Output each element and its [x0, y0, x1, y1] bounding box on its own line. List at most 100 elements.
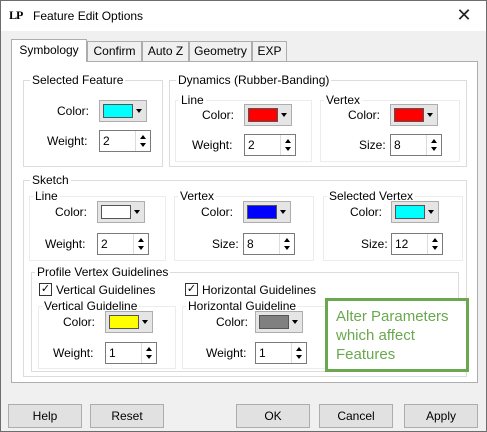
arrow-down-icon[interactable] — [432, 246, 438, 250]
sketch-vertex-color-picker[interactable] — [243, 201, 291, 223]
sketch-selected-vertex-size-stepper[interactable]: 12 — [391, 233, 443, 255]
vertical-guidelines-label[interactable]: Vertical Guidelines — [56, 283, 155, 297]
ok-button[interactable]: OK — [236, 404, 310, 428]
close-icon[interactable]: ✕ — [452, 5, 476, 27]
sketch-selected-vertex-group: Selected Vertex Color: Size: 12 — [323, 189, 463, 261]
stepper-value: 1 — [109, 346, 116, 360]
sketch-line-weight-label: Weight: — [45, 237, 86, 251]
help-button[interactable]: Help — [8, 404, 82, 428]
arrow-down-icon[interactable] — [284, 246, 290, 250]
dynamics-vertex-color-picker[interactable] — [390, 104, 438, 126]
selected-feature-group-label: Selected Feature — [30, 73, 126, 87]
dynamics-line-weight-label: Weight: — [192, 138, 233, 152]
arrow-down-icon[interactable] — [296, 355, 302, 359]
tab-exp[interactable]: EXP — [252, 41, 287, 61]
dynamics-line-group-label: Line — [179, 93, 206, 107]
sketch-line-weight-stepper[interactable]: 2 — [97, 233, 149, 255]
chevron-down-icon — [134, 210, 140, 214]
selected-feature-weight-stepper[interactable]: 2 — [99, 130, 151, 152]
arrow-up-icon[interactable] — [138, 238, 144, 242]
dynamics-vertex-size-stepper[interactable]: 8 — [390, 134, 442, 156]
arrow-down-icon[interactable] — [138, 246, 144, 250]
vertical-guideline-weight-label: Weight: — [53, 346, 94, 360]
color-swatch — [103, 104, 133, 118]
chevron-down-icon — [136, 109, 142, 113]
dynamics-vertex-color-label: Color: — [348, 108, 381, 122]
arrow-down-icon[interactable] — [285, 147, 291, 151]
horizontal-guideline-weight-stepper[interactable]: 1 — [255, 342, 307, 364]
window-title: Feature Edit Options — [33, 9, 144, 23]
stepper-value: 2 — [248, 138, 255, 152]
arrow-down-icon[interactable] — [140, 143, 146, 147]
cancel-button[interactable]: Cancel — [319, 404, 393, 428]
feature-edit-options-dialog: LP Feature Edit Options ✕ Symbology Conf… — [0, 0, 487, 432]
stepper-arrows[interactable] — [426, 135, 441, 155]
horizontal-guideline-color-picker[interactable] — [255, 311, 303, 333]
dynamics-vertex-size-label: Size: — [359, 138, 386, 152]
chevron-down-icon — [142, 320, 148, 324]
dynamics-line-group: Line Color: Weight: 2 — [175, 93, 312, 162]
stepper-arrows[interactable] — [141, 343, 156, 363]
tab-auto-z[interactable]: Auto Z — [142, 41, 189, 61]
apply-button[interactable]: Apply — [404, 404, 478, 428]
stepper-value: 2 — [101, 237, 108, 251]
tab-geometry[interactable]: Geometry — [189, 41, 252, 61]
sketch-vertex-color-label: Color: — [201, 205, 234, 219]
horizontal-guideline-weight-label: Weight: — [206, 346, 247, 360]
stepper-arrows[interactable] — [280, 135, 295, 155]
vertical-guideline-weight-stepper[interactable]: 1 — [105, 342, 157, 364]
arrow-up-icon[interactable] — [432, 238, 438, 242]
chevron-down-icon — [427, 113, 433, 117]
selected-feature-weight-label: Weight: — [47, 134, 88, 148]
chevron-down-icon — [281, 113, 287, 117]
vertical-guideline-group: Vertical Guideline Color: Weight: 1 — [38, 299, 176, 369]
sketch-line-group: Line Color: Weight: 2 — [29, 189, 166, 261]
tab-symbology[interactable]: Symbology — [11, 39, 87, 62]
annotation-callout: Alter Parameters which affect Features — [325, 298, 469, 372]
color-swatch — [247, 205, 277, 219]
arrow-up-icon[interactable] — [431, 139, 437, 143]
arrow-up-icon[interactable] — [285, 139, 291, 143]
stepper-arrows[interactable] — [427, 234, 442, 254]
selected-feature-group: Selected Feature Color: Weight: 2 — [23, 73, 163, 167]
color-swatch — [248, 108, 278, 122]
chevron-down-icon — [292, 320, 298, 324]
profile-vertex-guidelines-label: Profile Vertex Guidelines — [35, 265, 171, 279]
sketch-group-label: Sketch — [30, 173, 71, 187]
sketch-selected-vertex-color-picker[interactable] — [391, 201, 439, 223]
color-swatch — [394, 108, 424, 122]
selected-feature-color-label: Color: — [57, 104, 90, 118]
vertical-guideline-color-label: Color: — [63, 315, 96, 329]
stepper-arrows[interactable] — [291, 343, 306, 363]
arrow-up-icon[interactable] — [146, 347, 152, 351]
horizontal-guidelines-checkbox[interactable]: ✓ — [185, 283, 198, 296]
reset-button[interactable]: Reset — [90, 404, 164, 428]
selected-feature-color-picker[interactable] — [99, 100, 147, 122]
stepper-arrows[interactable] — [279, 234, 294, 254]
horizontal-guideline-group: Horizontal Guideline Color: Weight: 1 — [182, 299, 330, 369]
stepper-arrows[interactable] — [135, 131, 150, 151]
arrow-down-icon[interactable] — [146, 355, 152, 359]
vertical-guideline-color-picker[interactable] — [105, 311, 153, 333]
dynamics-line-color-picker[interactable] — [244, 104, 292, 126]
stepper-value: 12 — [395, 237, 409, 251]
horizontal-guideline-color-label: Color: — [216, 315, 249, 329]
arrow-up-icon[interactable] — [284, 238, 290, 242]
app-logo-icon: LP — [9, 8, 23, 22]
color-swatch — [259, 315, 289, 329]
arrow-up-icon[interactable] — [140, 135, 146, 139]
sketch-vertex-size-label: Size: — [212, 237, 239, 251]
horizontal-guidelines-label[interactable]: Horizontal Guidelines — [202, 283, 316, 297]
tab-confirm[interactable]: Confirm — [87, 41, 142, 61]
dynamics-line-weight-stepper[interactable]: 2 — [244, 134, 296, 156]
color-swatch — [109, 315, 139, 329]
sketch-vertex-group: Vertex Color: Size: 8 — [174, 189, 314, 261]
sketch-line-color-picker[interactable] — [97, 201, 145, 223]
arrow-down-icon[interactable] — [431, 147, 437, 151]
color-swatch — [395, 205, 425, 219]
arrow-up-icon[interactable] — [296, 347, 302, 351]
stepper-arrows[interactable] — [133, 234, 148, 254]
sketch-vertex-size-stepper[interactable]: 8 — [243, 233, 295, 255]
sketch-vertex-group-label: Vertex — [178, 189, 217, 203]
vertical-guidelines-checkbox[interactable]: ✓ — [39, 283, 52, 296]
